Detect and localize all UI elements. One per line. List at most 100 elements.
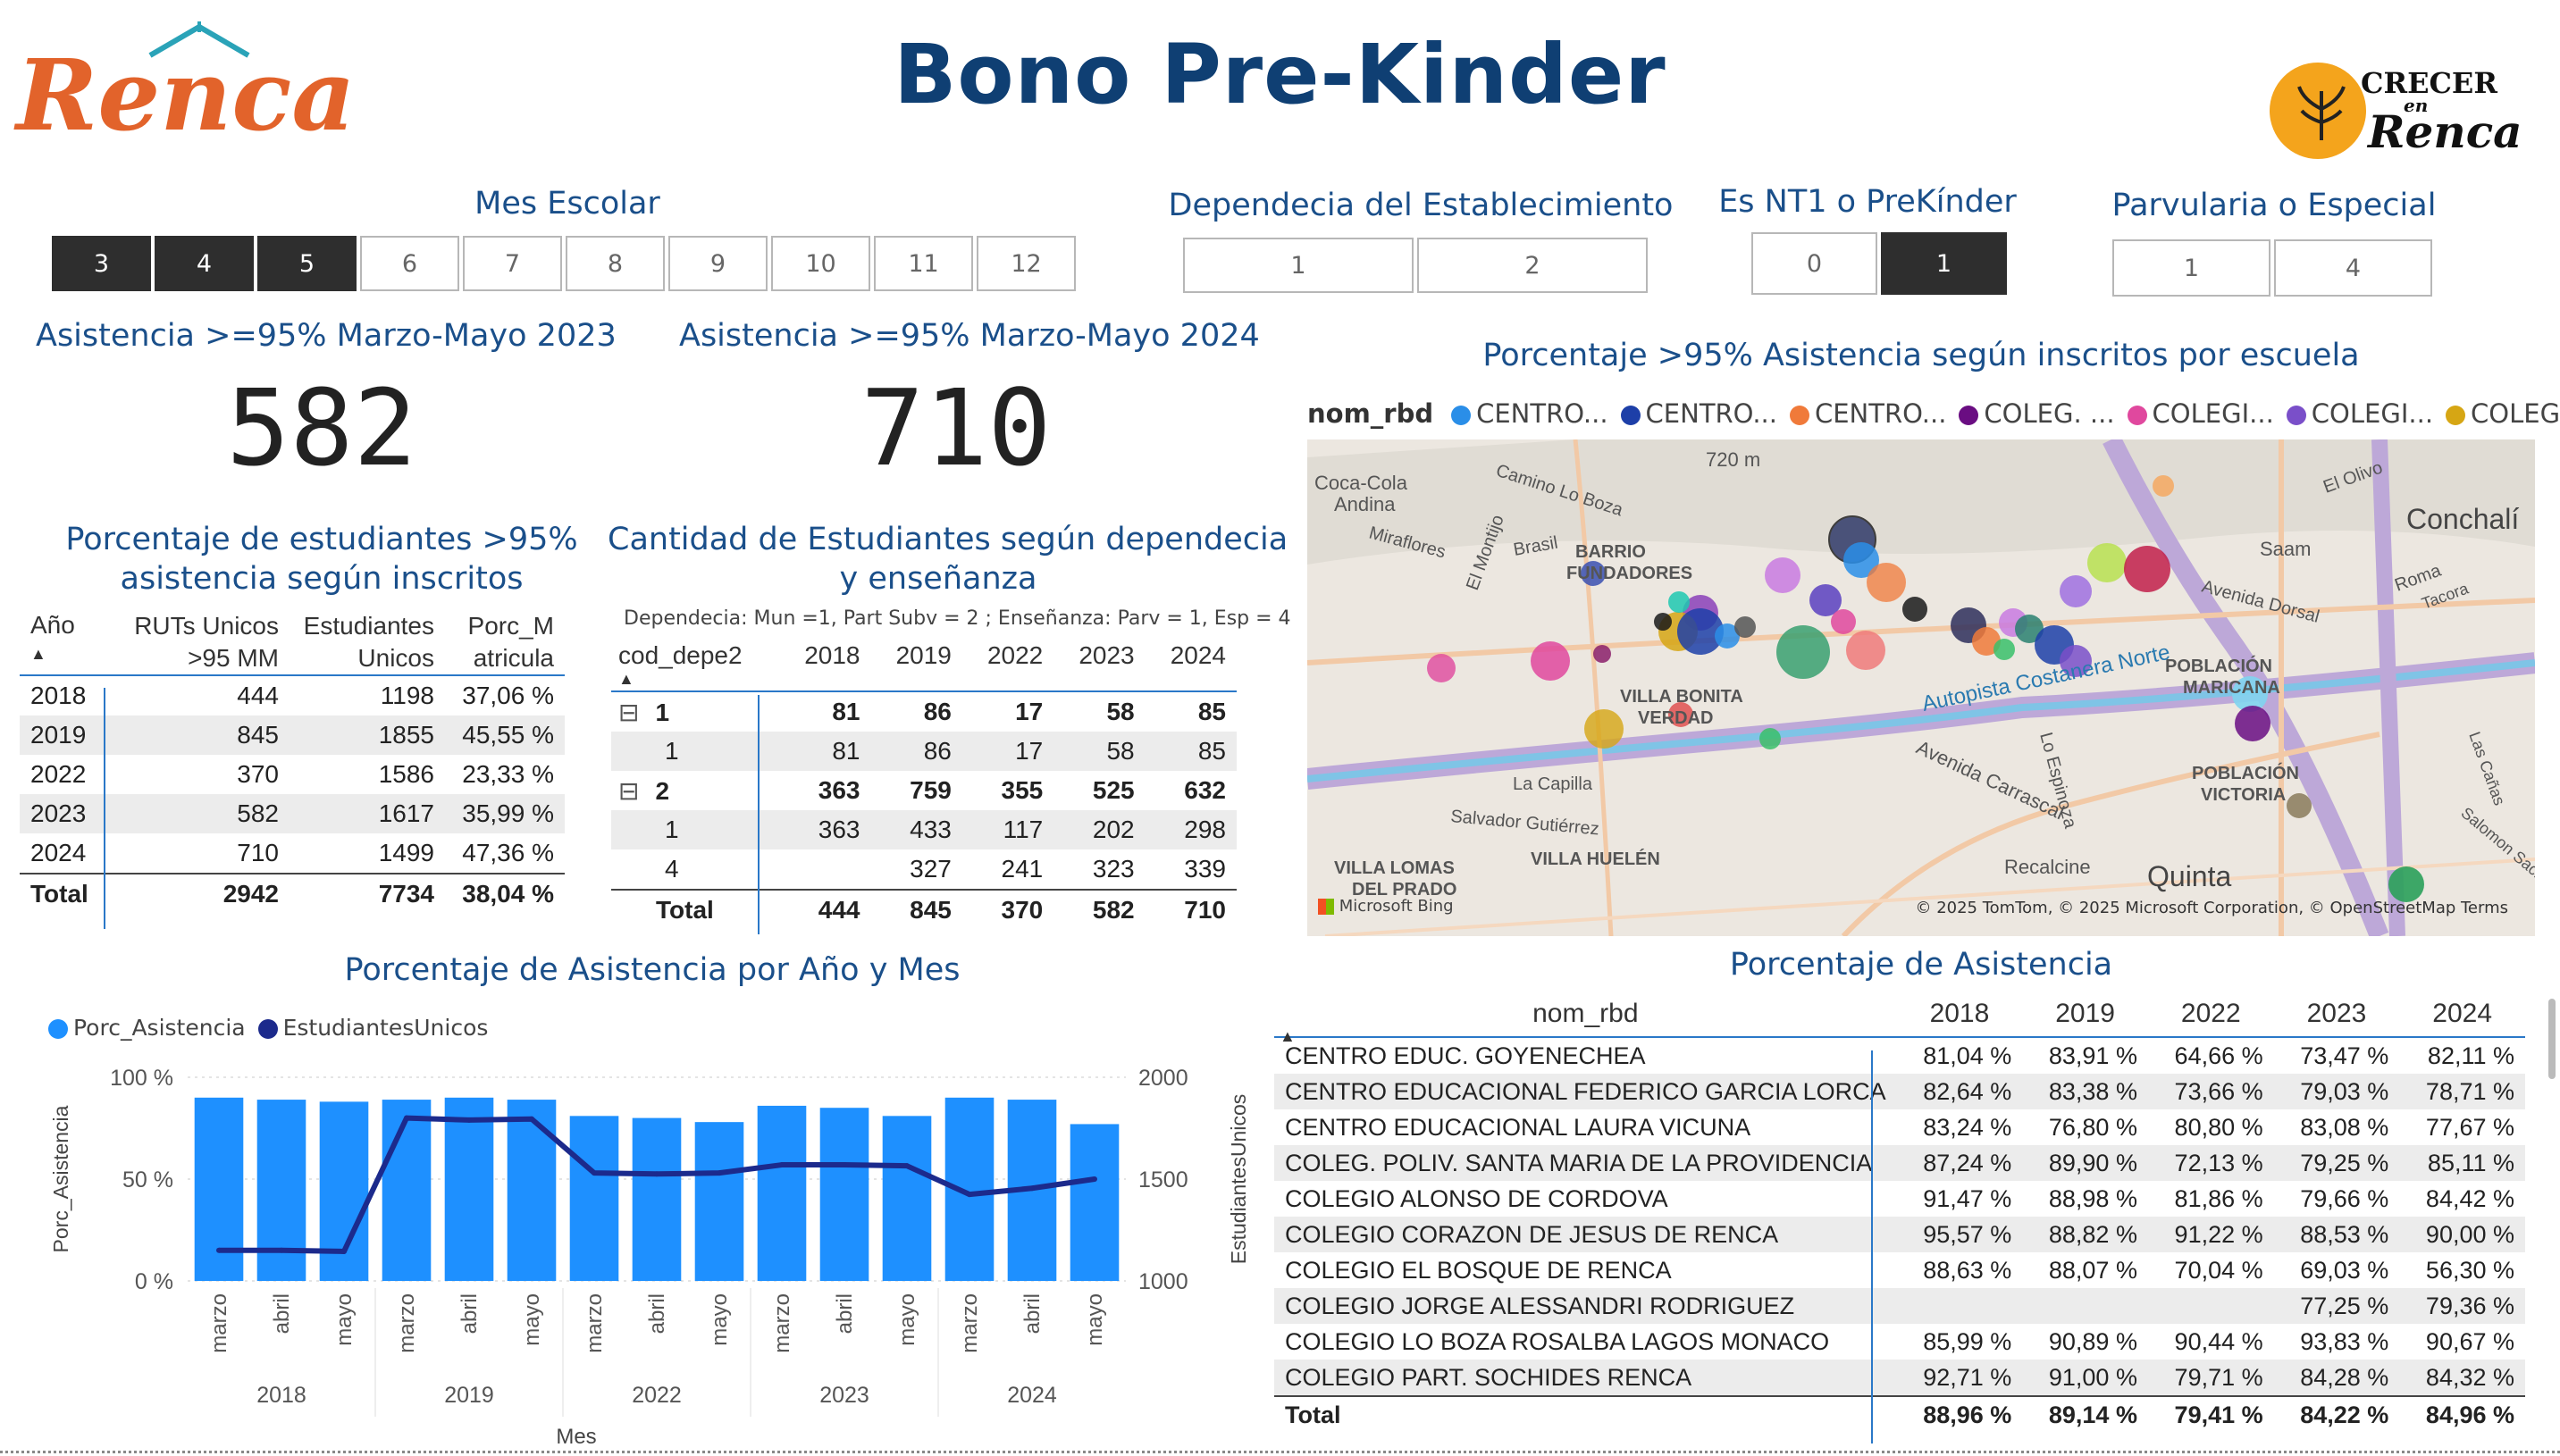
map-legend-item[interactable]: COLEGI... [2127,398,2274,429]
att-header-2023[interactable]: 2023 [2274,992,2400,1037]
slicer-mes-option[interactable]: 8 [566,236,665,291]
dep-header-cod[interactable]: cod_depe2 ▲ [611,641,779,691]
bar[interactable] [444,1097,494,1281]
dep-header-2018[interactable]: 2018 [779,641,870,691]
dep-header-2019[interactable]: 2019 [870,641,961,691]
map-legend-item[interactable]: CENTRO... [1451,398,1608,429]
line-point[interactable] [779,1162,785,1168]
bar[interactable] [882,1116,932,1281]
line-point[interactable] [404,1115,409,1121]
att-header-2019[interactable]: 2019 [2022,992,2148,1037]
slicer-mes-option[interactable]: 9 [668,236,768,291]
map-legend-text: COLEGI... [2471,398,2560,429]
table-row[interactable]: COLEGIO EL BOSQUE DE RENCA 88,63 % 88,07 %… [1274,1252,2525,1288]
dep-header-2022[interactable]: 2022 [962,641,1053,691]
matrix-row[interactable]: 4 327 241 323 339 [611,849,1237,890]
slicer-dependencia-option[interactable]: 2 [1417,238,1648,293]
table-row[interactable]: COLEGIO ALONSO DE CORDOVA 91,47 % 88,98 % 8… [1274,1181,2525,1217]
legend-dot [1789,406,1809,425]
line-point[interactable] [1092,1176,1097,1182]
matrix-row[interactable]: 1 363 433 117 202 298 [611,810,1237,849]
line-point[interactable] [592,1170,597,1176]
table-row[interactable]: 2019 845 1855 45,55 % [20,715,565,755]
map-legend-item[interactable]: CENTRO... [1620,398,1777,429]
bar[interactable] [694,1122,744,1281]
line-point[interactable] [341,1248,347,1254]
dep-header-2024[interactable]: 2024 [1146,641,1237,691]
slicer-parvularia-option[interactable]: 1 [2112,239,2270,297]
att-header-nom[interactable]: nom_rbd ▲ [1274,992,1897,1045]
att-header-2018[interactable]: 2018 [1897,992,2023,1037]
table-row[interactable]: CENTRO EDUCACIONAL LAURA VICUNA 83,24 % 76… [1274,1109,2525,1145]
slicer-mes-option[interactable]: 4 [155,236,254,291]
slicer-mes-option[interactable]: 5 [257,236,357,291]
dep-header-2023[interactable]: 2023 [1053,641,1145,691]
slicer-mes-option[interactable]: 12 [977,236,1076,291]
map-legend-item[interactable]: COLEGI... [2286,398,2433,429]
line-point[interactable] [529,1116,534,1122]
matrix-row[interactable]: ⊟ 2 363 759 355 525 632 [611,771,1237,810]
line-point[interactable] [279,1247,284,1253]
matrix-cell: 81 [832,698,860,725]
slicer-mes-option[interactable]: 7 [463,236,562,291]
att-header-2022[interactable]: 2022 [2148,992,2274,1037]
school-map[interactable]: Coca-Cola Andina Camino Lo Boza El Monti… [1307,439,2535,936]
line-point[interactable] [654,1171,659,1177]
attendance-scrollbar[interactable] [2548,999,2556,1079]
line-point[interactable] [216,1247,222,1253]
table-row[interactable]: 2022 370 1586 23,33 % [20,755,565,794]
slicer-nt1-option[interactable]: 1 [1881,232,2007,295]
slicer-mes-option[interactable]: 6 [360,236,459,291]
bar[interactable] [757,1105,807,1281]
table-row[interactable]: COLEGIO PART. SOCHIDES RENCA 92,71 % 91,00… [1274,1360,2525,1396]
pct-header-porc[interactable]: Porc_Matricula [445,607,565,675]
matrix-row[interactable]: 1 81 86 17 58 85 [611,732,1237,771]
table-row[interactable]: CENTRO EDUC. GOYENECHEA 81,04 % 83,91 % 64,… [1274,1037,2525,1074]
bar[interactable] [382,1100,432,1281]
table-row[interactable]: COLEG. POLIV. SANTA MARIA DE LA PROVIDEN… [1274,1145,2525,1181]
table-row[interactable]: 2018 444 1198 37,06 % [20,675,565,715]
table-row[interactable]: COLEGIO CORAZON DE JESUS DE RENCA 95,57 %… [1274,1217,2525,1252]
svg-text:Recalcine: Recalcine [2004,856,2091,878]
line-point[interactable] [904,1163,910,1169]
table-row[interactable]: COLEGIO JORGE ALESSANDRI RODRIGUEZ 77,25 … [1274,1288,2525,1324]
pct-header-estudiantes[interactable]: Estudiantes Unicos [290,607,445,675]
legend-item-porc[interactable]: Porc_Asistencia [48,1015,246,1041]
crecer-logo-line1: CRECER [2361,66,2497,100]
slicer-mes-option[interactable]: 10 [771,236,870,291]
line-point[interactable] [1029,1185,1035,1192]
collapse-icon[interactable]: ⊟ [618,777,639,805]
pct-header-year[interactable]: Año ▲ [20,607,112,675]
bar[interactable] [569,1116,619,1281]
table-row[interactable]: 2024 710 1499 47,36 % [20,833,565,874]
map-copyright[interactable]: © 2025 TomTom, © 2025 Microsoft Corporat… [1915,899,2508,917]
table-row[interactable]: COLEGIO LO BOZA ROSALBA LAGOS MONACO 85,9… [1274,1324,2525,1360]
legend-item-estudiantes[interactable]: EstudiantesUnicos [257,1015,488,1041]
bar[interactable] [819,1108,869,1281]
map-legend-item[interactable]: COLEGI... [2446,398,2560,429]
combo-chart[interactable]: 100 % 50 % 0 % 2000 1500 1000 marzo abril mayo ma… [27,1045,1278,1456]
bar[interactable] [507,1100,557,1281]
bar[interactable] [1070,1124,1120,1281]
slicer-mes-option[interactable]: 11 [874,236,973,291]
table-row[interactable]: CENTRO EDUCACIONAL FEDERICO GARCIA LORCA… [1274,1074,2525,1109]
line-point[interactable] [466,1117,472,1123]
table-row[interactable]: 2023 582 1617 35,99 % [20,794,565,833]
line-point[interactable] [717,1170,722,1176]
collapse-icon[interactable]: ⊟ [618,699,639,726]
map-legend-text: COLEG. ... [1984,398,2115,429]
bar[interactable] [194,1097,244,1281]
line-point[interactable] [967,1192,972,1198]
bar[interactable] [632,1117,682,1281]
slicer-nt1-option[interactable]: 0 [1751,232,1877,295]
slicer-dependencia-option[interactable]: 1 [1183,238,1414,293]
map-legend-item[interactable]: CENTRO... [1789,398,1946,429]
att-header-2024[interactable]: 2024 [2399,992,2525,1037]
matrix-row[interactable]: ⊟ 1 81 86 17 58 85 [611,691,1237,732]
pct-header-ruts[interactable]: RUTs Unicos >95 MM [112,607,290,675]
slicer-parvularia-option[interactable]: 4 [2274,239,2432,297]
bar[interactable] [256,1100,306,1281]
map-legend-item[interactable]: COLEG. ... [1959,398,2115,429]
line-point[interactable] [842,1162,847,1168]
slicer-mes-option[interactable]: 3 [52,236,151,291]
